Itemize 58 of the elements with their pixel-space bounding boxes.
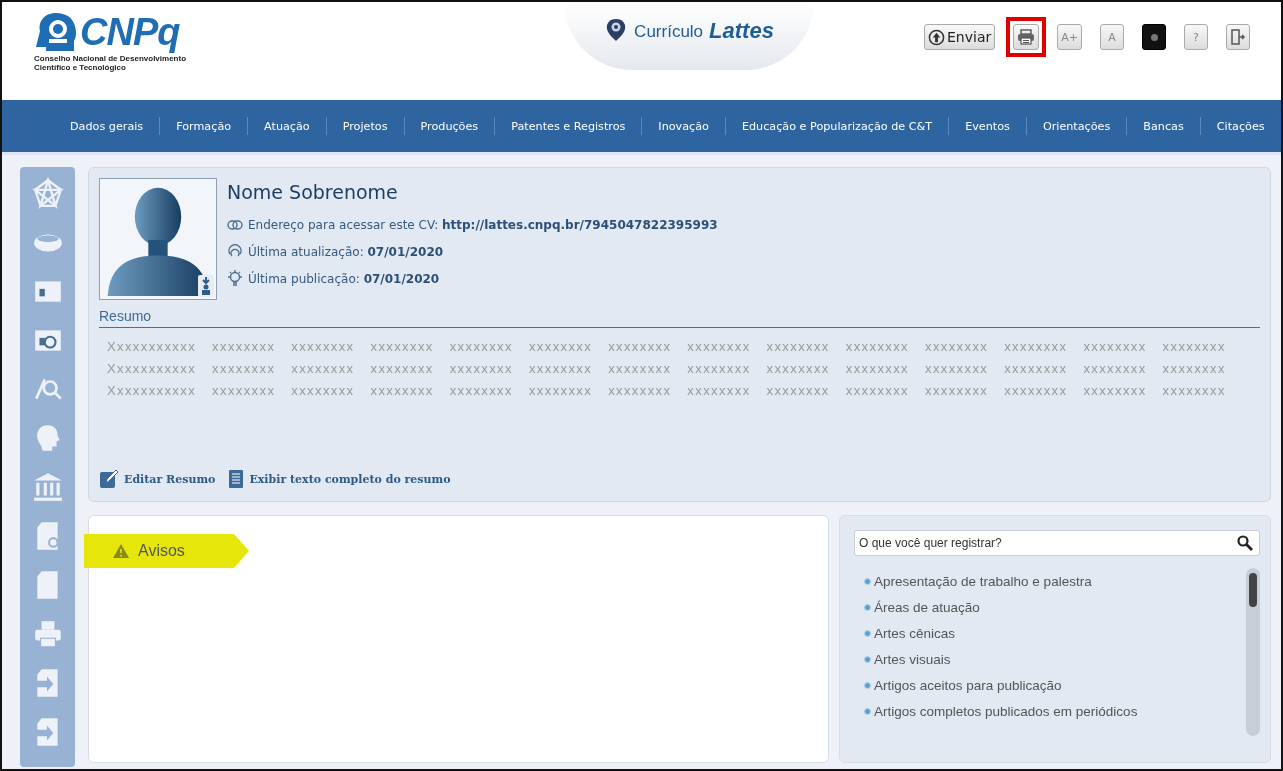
bullet-icon <box>864 707 871 715</box>
send-button[interactable]: Enviar <box>924 24 996 50</box>
exit-button[interactable] <box>1226 24 1250 50</box>
app-title-prefix: Currículo <box>634 22 704 42</box>
register-option[interactable]: Artes cênicas <box>874 625 956 641</box>
nav-link[interactable]: Bancas <box>1127 119 1200 133</box>
profile-name: Nome Sobrenome <box>227 181 399 203</box>
bullet-icon <box>864 577 871 585</box>
summary-text: Xxxxxxxxxxx xxxxxxxx xxxxxxxx xxxxxxxx xxxxxxxx xxxxxxxx xxxxxxxx xxxxxxxx xxxxxxxx xxxxxxxx xxxxxxxx xxxxxxxx xxxxxxxx xxxxxxxx <box>107 360 1227 378</box>
summary-text: Xxxxxxxxxxx xxxxxxxx xxxxxxxx xxxxxxxx xxxxxxxx xxxxxxxx xxxxxxxx xxxxxxxx xxxxxxxx xxxxxxxx xxxxxxxx xxxxxxxx xxxxxxxx xxxxxxxx <box>107 338 1227 356</box>
section-heading: Resumo <box>99 308 153 324</box>
summary-action-link[interactable]: Editar Resumo <box>124 472 216 486</box>
exit-icon <box>1231 29 1245 45</box>
summary-action-link[interactable]: Exibir texto completo do resumo <box>249 472 451 486</box>
upload-photo-icon[interactable] <box>198 275 214 297</box>
upload-icon <box>928 28 945 46</box>
nav-link[interactable]: Produções <box>404 119 495 133</box>
register-option[interactable]: Apresentação de trabalho e palestra <box>874 573 1092 589</box>
text-button[interactable]: ? <box>1184 24 1208 50</box>
nav-link[interactable]: Atuação <box>248 119 326 133</box>
notices-title: Avisos <box>138 542 185 560</box>
logo-subtitle: Conselho Nacional de Desenvolvimento <box>34 54 188 63</box>
nav-link[interactable]: Projetos <box>326 119 404 133</box>
profile-field: Última publicação: 07/01/2020 <box>248 271 440 286</box>
search-field[interactable]: O que você quer registrar? <box>854 530 1260 556</box>
logo-text: CNPq <box>80 10 180 54</box>
register-option[interactable]: Áreas de atuação <box>874 599 980 615</box>
document-icon[interactable] <box>228 469 245 489</box>
warning-icon <box>112 543 130 559</box>
printer-icon <box>1017 29 1036 45</box>
nav-link[interactable]: Inovação <box>642 119 725 133</box>
bullet-icon <box>864 629 871 637</box>
scrollbar[interactable] <box>1246 568 1260 736</box>
print-button[interactable] <box>1013 24 1040 50</box>
bulb-icon <box>227 269 243 288</box>
profile-field: Última atualização: 07/01/2020 <box>248 244 444 259</box>
nav-link[interactable]: Patentes e Registros <box>495 119 642 133</box>
nav-link[interactable]: Citações <box>1200 119 1281 133</box>
nav-link[interactable]: Dados gerais <box>54 119 160 133</box>
bullet-icon <box>864 603 871 611</box>
register-option[interactable]: Artigos completos publicados em periódicos <box>874 703 1138 719</box>
logo-icon <box>34 10 78 54</box>
summary-text: Xxxxxxxxxxx xxxxxxxx xxxxxxxx xxxxxxxx xxxxxxxx xxxxxxxx xxxxxxxx xxxxxxxx xxxxxxxx xxxxxxxx xxxxxxxx xxxxxxxx xxxxxxxx xxxxxxxx <box>107 382 1227 400</box>
edit-icon[interactable] <box>99 469 119 489</box>
bullet-icon <box>864 681 871 689</box>
bullet-icon <box>864 655 871 663</box>
nav-link[interactable]: Orientações <box>1026 119 1127 133</box>
register-option[interactable]: Artigos aceitos para publicação <box>874 677 1062 693</box>
register-option[interactable]: Artes visuais <box>874 651 951 667</box>
search-icon[interactable] <box>1237 535 1253 551</box>
link-icon <box>227 219 243 230</box>
nav-link[interactable]: Educação e Popularização de C&T <box>725 119 949 133</box>
nav-link[interactable]: Eventos <box>949 119 1026 133</box>
profile-field: Endereço para acessar este CV: http://lattes.cnpq.br/7945047822395993 <box>248 217 718 232</box>
logo-subtitle: Científico e Tecnológico <box>34 63 127 72</box>
nav-link[interactable]: Formação <box>160 119 248 133</box>
contrast-button[interactable] <box>1142 24 1166 50</box>
app-title: Lattes <box>709 18 774 44</box>
